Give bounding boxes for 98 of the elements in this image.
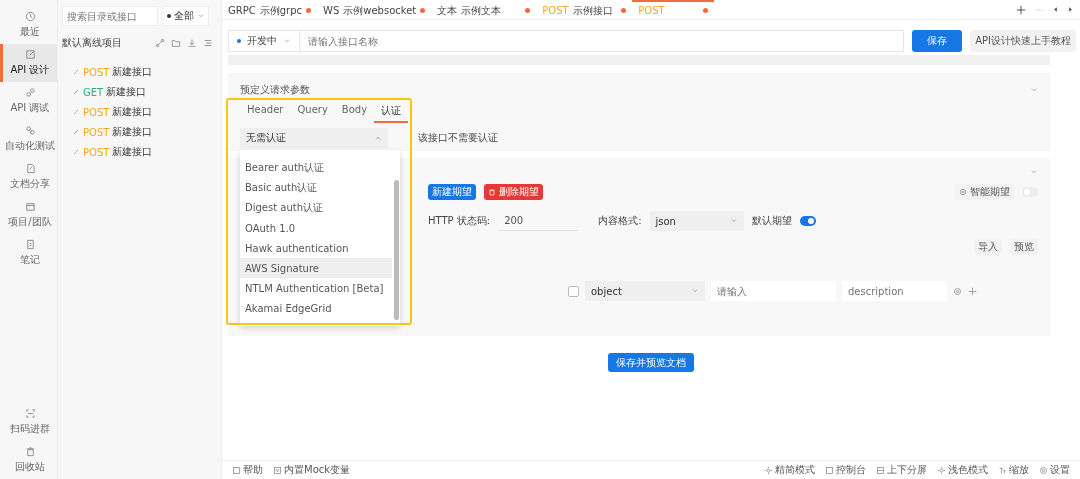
delete-expectation-button[interactable]: 删除期望 xyxy=(484,184,543,200)
link-icon xyxy=(72,108,80,116)
nav-item[interactable]: 扫码进群 xyxy=(0,403,57,441)
sun-icon xyxy=(937,465,946,475)
preview-button[interactable]: 预览 xyxy=(1010,239,1038,255)
plus-icon xyxy=(1016,4,1026,15)
nav-item[interactable]: 回收站 xyxy=(0,441,57,479)
link-icon xyxy=(72,68,80,76)
save-preview-button[interactable]: 保存并预览文档 xyxy=(608,353,694,372)
document-icon xyxy=(24,163,36,174)
field-label: 默认期望 xyxy=(751,214,792,228)
tree-item[interactable]: POST 新建接口 xyxy=(62,122,217,142)
menu-option[interactable]: AWS Signature xyxy=(240,258,392,278)
smart-expectation-button[interactable]: 智能期望 xyxy=(955,184,1014,200)
footer-link[interactable]: 设置 xyxy=(1039,463,1070,477)
file-tab[interactable]: 文本 示例文本 xyxy=(431,0,537,19)
edit-icon xyxy=(24,49,36,60)
param-tab[interactable]: Query xyxy=(290,101,335,123)
param-tab[interactable]: Body xyxy=(334,101,375,123)
new-expectation-button[interactable]: 新建期望 xyxy=(428,184,476,200)
footer-link[interactable]: 帮助 xyxy=(232,463,263,477)
footer-link[interactable]: 控制台 xyxy=(825,463,866,477)
footer-link[interactable]: 缩放 xyxy=(998,463,1029,477)
checkbox[interactable] xyxy=(568,285,579,297)
download-icon xyxy=(187,38,197,48)
trash-icon xyxy=(488,188,496,196)
name-field[interactable]: 请输入 xyxy=(711,281,836,301)
variable-icon xyxy=(273,465,282,475)
split-icon xyxy=(876,465,885,475)
tutorial-button[interactable]: API设计快速上手教程 xyxy=(970,30,1076,52)
flow-icon xyxy=(24,125,36,136)
format-select[interactable]: json xyxy=(649,211,744,231)
tree-item[interactable]: GET 新建接口 xyxy=(62,82,217,102)
footer-link[interactable]: 浅色模式 xyxy=(937,463,988,477)
nav-item[interactable]: API 设计 xyxy=(0,44,57,82)
caret-icon xyxy=(197,12,205,20)
name-input[interactable]: 请输入接口名称 xyxy=(300,30,905,52)
caret-icon xyxy=(691,287,699,295)
file-tab[interactable]: GRPC 示例grpc xyxy=(222,0,318,19)
search-field[interactable]: 搜索目录或接口 xyxy=(62,6,158,26)
settings-icon xyxy=(959,188,967,196)
scan-icon xyxy=(24,408,36,419)
caret-icon xyxy=(374,134,382,142)
auth-note: 该接口不需要认证 xyxy=(418,131,498,145)
settings-icon xyxy=(953,286,962,296)
auth-select[interactable]: 无需认证 xyxy=(240,128,388,148)
settings-icon xyxy=(1039,465,1048,475)
tree-item[interactable]: POST 新建接口 xyxy=(62,102,217,122)
environment-select[interactable]: 开发中 xyxy=(228,30,300,52)
panel-icon xyxy=(825,465,834,475)
nav-item[interactable]: 笔记 xyxy=(0,234,57,272)
project-name: 默认离线项目 xyxy=(62,36,122,50)
nav-item[interactable]: 自动化测试 xyxy=(0,120,57,158)
note-icon xyxy=(24,239,36,250)
tree-item[interactable]: POST 新建接口 xyxy=(62,142,217,162)
folder-icon xyxy=(171,38,181,48)
list-icon xyxy=(203,38,213,48)
footer-link[interactable]: 上下分屏 xyxy=(876,463,927,477)
type-select[interactable]: object xyxy=(585,281,705,301)
link-icon xyxy=(72,88,80,96)
plus-icon xyxy=(968,286,977,296)
caret-icon xyxy=(283,37,291,45)
trash-icon xyxy=(24,446,36,457)
folder-icon xyxy=(24,201,36,212)
nav-item[interactable]: 最近 xyxy=(0,6,57,44)
param-tab[interactable]: 认证 xyxy=(374,101,409,123)
right-icon xyxy=(1067,6,1074,13)
scrollbar[interactable] xyxy=(394,180,399,320)
caret-icon xyxy=(729,217,738,225)
caret-icon xyxy=(1030,86,1038,94)
section-title: 预定义请求参数 xyxy=(240,83,310,97)
font-size-icon xyxy=(998,465,1007,475)
status-input[interactable]: 200 xyxy=(498,211,579,231)
save-button[interactable]: 保存 xyxy=(912,30,963,52)
filter-select[interactable]: 全部 xyxy=(164,6,209,26)
footer-link[interactable]: 内置Mock变量 xyxy=(273,463,351,477)
nav-item[interactable]: 文档分享 xyxy=(0,158,57,196)
left-icon xyxy=(1052,6,1059,13)
link-icon xyxy=(24,87,36,98)
link-icon xyxy=(155,38,165,48)
file-tab[interactable]: POST 示例接口 xyxy=(536,0,633,19)
field-label: 内容格式: xyxy=(598,214,642,228)
link-icon xyxy=(72,128,80,136)
description-field[interactable]: description xyxy=(842,281,947,301)
nav-item[interactable]: 项目/团队 xyxy=(0,196,57,234)
footer-link[interactable]: 精简模式 xyxy=(764,463,815,477)
param-tab[interactable]: Header xyxy=(240,101,291,123)
caret-icon xyxy=(1030,168,1038,176)
panel-icon xyxy=(232,465,241,475)
field-label: HTTP 状态码: xyxy=(428,214,491,228)
nav-item[interactable]: API 调试 xyxy=(0,82,57,120)
import-button[interactable]: 导入 xyxy=(974,239,1002,255)
file-tab[interactable]: WS 示例websocket xyxy=(317,0,432,19)
link-icon xyxy=(72,148,80,156)
clock-icon xyxy=(24,11,36,22)
sun-icon xyxy=(764,465,773,475)
tree-item[interactable]: POST 新建接口 xyxy=(62,62,217,82)
default-toggle[interactable] xyxy=(799,216,816,226)
